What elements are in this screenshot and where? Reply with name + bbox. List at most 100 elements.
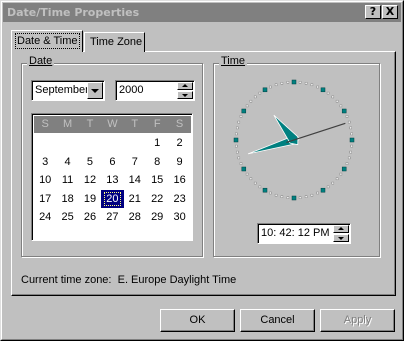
- clock-minute-mark: [350, 144, 353, 148]
- calendar-day[interactable]: 16: [168, 171, 190, 189]
- chevron-down-icon[interactable]: [87, 82, 103, 99]
- clock-minute-mark: [280, 82, 284, 85]
- clock-hour-mark: [233, 137, 239, 143]
- year-spinner[interactable]: 2000: [115, 80, 195, 101]
- help-button[interactable]: ?: [365, 5, 381, 19]
- date-time-properties-dialog: Date/Time Properties ? X Date & Time Tim…: [0, 0, 404, 341]
- calendar-day[interactable]: 27: [101, 208, 123, 226]
- calendar-day-number: 2: [176, 137, 183, 149]
- weekday-monday: M: [63, 118, 73, 130]
- calendar-day-number: 15: [151, 174, 164, 187]
- calendar-day[interactable]: 11: [56, 171, 78, 189]
- month-value: September: [35, 84, 89, 96]
- calendar-day[interactable]: 5: [79, 153, 101, 171]
- calendar-day-number: 14: [128, 174, 141, 187]
- calendar-day[interactable]: 29: [146, 208, 168, 226]
- calendar-day[interactable]: 12: [79, 171, 101, 189]
- clock-minute-mark: [304, 82, 308, 85]
- tab-time-zone-label: Time Zone: [90, 36, 143, 48]
- clock-minute-mark: [298, 81, 302, 84]
- tab-date-time[interactable]: Date & Time: [11, 30, 83, 52]
- calendar-day[interactable]: 14: [124, 171, 146, 189]
- clock-minute-mark: [331, 95, 335, 99]
- clock-minute-mark: [237, 156, 241, 160]
- tab-time-zone[interactable]: Time Zone: [84, 32, 145, 52]
- clock-minute-mark: [236, 150, 239, 154]
- calendar-day[interactable]: 28: [124, 208, 146, 226]
- calendar-day-number: 17: [39, 192, 52, 205]
- calendar-day-number: 28: [128, 211, 141, 224]
- clock-minute-mark: [236, 126, 239, 130]
- calendar-day-number: 27: [106, 211, 119, 224]
- time-zone-value: E. Europe Daylight Time: [117, 274, 237, 286]
- clock-minute-mark: [339, 104, 343, 108]
- calendar-day-number: 8: [154, 155, 161, 168]
- clock-minute-mark: [298, 196, 302, 199]
- clock-hour-mark: [241, 166, 247, 172]
- weekday-sunday: S: [41, 118, 49, 130]
- calendar-day[interactable]: 7: [124, 153, 146, 171]
- calendar-day[interactable]: 24: [34, 208, 56, 226]
- clock-hour-mark: [320, 187, 326, 193]
- time-group-label: Time: [219, 55, 248, 67]
- clock-minute-mark: [237, 120, 241, 124]
- clock-minute-mark: [331, 181, 335, 185]
- calendar-grid: S M T W T F S 1 2 3 4 5 6 7 8 9 10 11 12 13 14 15 16 17 1…: [31, 113, 193, 241]
- time-value: 10: 42: 12 PM: [261, 227, 330, 239]
- calendar-day-number: 20: [104, 191, 121, 206]
- time-down-arrow-icon[interactable]: [333, 234, 349, 242]
- calendar-day[interactable]: 18: [56, 190, 78, 208]
- year-down-arrow-icon[interactable]: [177, 91, 193, 99]
- clock-minute-mark: [316, 191, 319, 195]
- clock-minute-mark: [245, 172, 249, 176]
- clock-minute-mark: [310, 83, 314, 87]
- clock-hour-mark: [291, 79, 297, 85]
- clock-minute-mark: [258, 185, 262, 189]
- clock-minute-mark: [253, 95, 257, 99]
- calendar-day[interactable]: 30: [168, 208, 190, 226]
- clock-minute-mark: [274, 83, 278, 87]
- ok-button[interactable]: OK: [160, 309, 235, 332]
- month-select[interactable]: September: [31, 80, 105, 101]
- clock-minute-mark: [253, 181, 257, 185]
- calendar-day[interactable]: 25: [56, 208, 78, 226]
- calendar-day-number: 23: [173, 192, 186, 205]
- calendar-day[interactable]: 8: [146, 153, 168, 171]
- calendar-day[interactable]: 19: [79, 190, 101, 208]
- calendar-day[interactable]: 20: [101, 189, 124, 208]
- calendar-day[interactable]: 3: [34, 153, 56, 171]
- time-up-arrow-icon[interactable]: [333, 225, 349, 233]
- calendar-day[interactable]: 26: [79, 208, 101, 226]
- calendar-day[interactable]: 10: [34, 171, 56, 189]
- calendar-day-number: 10: [39, 174, 52, 187]
- calendar-day[interactable]: 4: [56, 153, 78, 171]
- clock-minute-mark: [326, 91, 330, 95]
- clock-minute-mark: [235, 144, 238, 148]
- clock-minute-mark: [280, 195, 284, 198]
- cancel-button[interactable]: Cancel: [240, 309, 315, 332]
- calendar-day[interactable]: 22: [146, 190, 168, 208]
- calendar-day[interactable]: 9: [168, 153, 190, 171]
- weekday-saturday: S: [175, 118, 184, 130]
- calendar-day[interactable]: 21: [124, 190, 146, 208]
- current-time-zone: Current time zone: E. Europe Daylight Ti…: [21, 274, 236, 286]
- calendar-day[interactable]: 17: [34, 190, 56, 208]
- calendar-day[interactable]: 15: [146, 171, 168, 189]
- analog-clock: [233, 79, 355, 201]
- calendar-day-number: 24: [39, 211, 52, 224]
- time-spinner[interactable]: 10: 42: 12 PM: [257, 223, 351, 244]
- clock-hour-mark: [320, 87, 326, 93]
- calendar-day[interactable]: 1: [146, 134, 168, 152]
- clock-minute-mark: [347, 120, 351, 124]
- calendar-day[interactable]: 6: [101, 153, 123, 171]
- calendar-day[interactable]: 13: [101, 171, 123, 189]
- apply-button[interactable]: Apply: [320, 309, 395, 332]
- calendar-day-number: 30: [173, 211, 186, 224]
- clock-hour-mark: [341, 108, 347, 114]
- tab-date-time-label: Date & Time: [15, 33, 80, 49]
- calendar-day[interactable]: 23: [168, 190, 190, 208]
- year-up-arrow-icon[interactable]: [177, 82, 193, 90]
- close-button[interactable]: X: [382, 5, 398, 19]
- clock-minute-mark: [349, 126, 352, 130]
- calendar-day[interactable]: 2: [168, 134, 190, 152]
